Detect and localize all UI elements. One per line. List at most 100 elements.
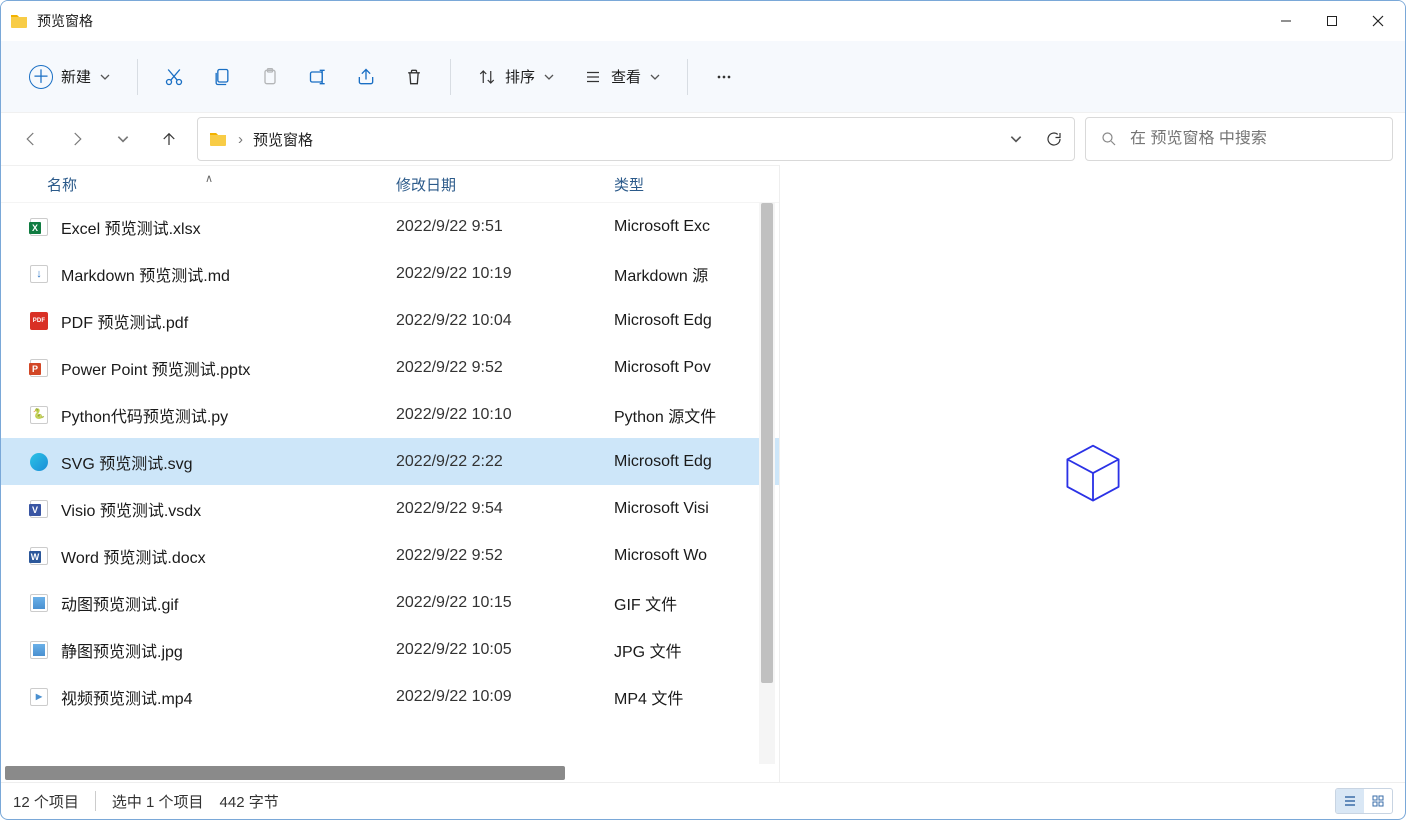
back-button[interactable]: [13, 121, 49, 157]
copy-icon: [212, 67, 232, 87]
file-name: Power Point 预览测试.pptx: [61, 356, 396, 380]
file-type: Microsoft Edg: [614, 453, 779, 471]
content-area: 名称 ∧ 修改日期 类型 Excel 预览测试.xlsx2022/9/22 9:…: [1, 165, 1405, 783]
file-row[interactable]: Power Point 预览测试.pptx2022/9/22 9:52Micro…: [1, 344, 779, 391]
column-headers: 名称 ∧ 修改日期 类型: [1, 165, 779, 203]
view-label: 查看: [611, 66, 641, 87]
file-row[interactable]: PDF 预览测试.pdf2022/9/22 10:04Microsoft Edg: [1, 297, 779, 344]
view-icon: [583, 67, 603, 87]
chevron-down-icon: [649, 71, 661, 83]
minimize-button[interactable]: [1263, 1, 1309, 41]
up-button[interactable]: [151, 121, 187, 157]
close-button[interactable]: [1355, 1, 1401, 41]
file-date: 2022/9/22 10:05: [396, 641, 614, 659]
search-box[interactable]: [1085, 117, 1393, 161]
copy-button[interactable]: [200, 55, 244, 99]
search-icon: [1100, 130, 1118, 148]
preview-pane: [780, 165, 1405, 782]
forward-button[interactable]: [59, 121, 95, 157]
file-type: Microsoft Exc: [614, 218, 779, 236]
file-icon: [29, 406, 49, 424]
file-date: 2022/9/22 9:51: [396, 218, 614, 236]
plus-icon: ＋: [29, 65, 53, 89]
status-item-count: 12 个项目: [13, 791, 79, 812]
file-row[interactable]: Visio 预览测试.vsdx2022/9/22 9:54Microsoft V…: [1, 485, 779, 532]
address-bar[interactable]: › 预览窗格: [197, 117, 1075, 161]
file-row[interactable]: Excel 预览测试.xlsx2022/9/22 9:51Microsoft E…: [1, 203, 779, 250]
file-icon: [29, 688, 49, 706]
sort-button[interactable]: 排序: [465, 55, 567, 99]
file-name: Visio 预览测试.vsdx: [61, 497, 396, 521]
rename-icon: [308, 67, 328, 87]
chevron-right-icon: ›: [238, 131, 243, 148]
status-size: 442 字节: [220, 791, 279, 812]
address-dropdown-button[interactable]: [1002, 125, 1030, 153]
status-selected: 选中 1 个项目: [112, 791, 204, 812]
file-name: 动图预览测试.gif: [61, 591, 396, 615]
details-view-button[interactable]: [1336, 789, 1364, 813]
navbar: › 预览窗格: [1, 113, 1405, 165]
file-type: Microsoft Pov: [614, 359, 779, 377]
toolbar: ＋ 新建 排序 查看: [1, 41, 1405, 113]
thumbnails-view-button[interactable]: [1364, 789, 1392, 813]
file-row[interactable]: SVG 预览测试.svg2022/9/22 2:22Microsoft Edg: [1, 438, 779, 485]
file-row[interactable]: 静图预览测试.jpg2022/9/22 10:05JPG 文件: [1, 626, 779, 673]
file-row[interactable]: Python代码预览测试.py2022/9/22 10:10Python 源文件: [1, 391, 779, 438]
column-date[interactable]: 修改日期: [396, 174, 614, 195]
file-list: Excel 预览测试.xlsx2022/9/22 9:51Microsoft E…: [1, 203, 779, 764]
file-icon: [29, 312, 49, 330]
maximize-button[interactable]: [1309, 1, 1355, 41]
file-name: 静图预览测试.jpg: [61, 638, 396, 662]
breadcrumb-item[interactable]: 预览窗格: [253, 129, 313, 150]
new-button[interactable]: ＋ 新建: [17, 55, 123, 99]
share-button[interactable]: [344, 55, 388, 99]
status-bar: 12 个项目 选中 1 个项目 442 字节: [1, 783, 1405, 819]
file-date: 2022/9/22 2:22: [396, 453, 614, 471]
delete-button[interactable]: [392, 55, 436, 99]
clipboard-icon: [260, 67, 280, 87]
file-name: PDF 预览测试.pdf: [61, 309, 396, 333]
file-type: Microsoft Visi: [614, 500, 779, 518]
window-title: 预览窗格: [37, 11, 93, 31]
file-type: Python 源文件: [614, 403, 779, 427]
trash-icon: [404, 67, 424, 87]
file-type: MP4 文件: [614, 685, 779, 709]
chevron-down-icon: [543, 71, 555, 83]
file-name: Python代码预览测试.py: [61, 403, 396, 427]
rename-button[interactable]: [296, 55, 340, 99]
file-icon: [29, 359, 49, 377]
file-name: Word 预览测试.docx: [61, 544, 396, 568]
file-date: 2022/9/22 10:19: [396, 265, 614, 283]
file-row[interactable]: 动图预览测试.gif2022/9/22 10:15GIF 文件: [1, 579, 779, 626]
sort-indicator-icon: ∧: [205, 172, 213, 185]
file-date: 2022/9/22 9:54: [396, 500, 614, 518]
file-name: Markdown 预览测试.md: [61, 262, 396, 286]
file-row[interactable]: Word 预览测试.docx2022/9/22 9:52Microsoft Wo: [1, 532, 779, 579]
file-name: Excel 预览测试.xlsx: [61, 215, 396, 239]
recent-button[interactable]: [105, 121, 141, 157]
paste-button[interactable]: [248, 55, 292, 99]
file-date: 2022/9/22 9:52: [396, 359, 614, 377]
column-name[interactable]: 名称 ∧: [1, 174, 396, 195]
vertical-scrollbar[interactable]: [759, 203, 775, 764]
explorer-window: 预览窗格 ＋ 新建 排序 查看: [0, 0, 1406, 820]
more-button[interactable]: [702, 55, 746, 99]
cut-button[interactable]: [152, 55, 196, 99]
file-icon: [29, 500, 49, 518]
file-type: Microsoft Wo: [614, 547, 779, 565]
file-type: GIF 文件: [614, 591, 779, 615]
file-date: 2022/9/22 10:09: [396, 688, 614, 706]
new-label: 新建: [61, 66, 91, 87]
file-type: Markdown 源: [614, 262, 779, 286]
file-row[interactable]: 视频预览测试.mp42022/9/22 10:09MP4 文件: [1, 673, 779, 720]
search-input[interactable]: [1130, 130, 1378, 148]
horizontal-scrollbar[interactable]: [1, 764, 779, 782]
scissors-icon: [164, 67, 184, 87]
view-button[interactable]: 查看: [571, 55, 673, 99]
file-type: JPG 文件: [614, 638, 779, 662]
column-type[interactable]: 类型: [614, 174, 763, 195]
refresh-button[interactable]: [1040, 125, 1068, 153]
file-name: SVG 预览测试.svg: [61, 450, 396, 474]
sort-icon: [477, 67, 497, 87]
file-row[interactable]: Markdown 预览测试.md2022/9/22 10:19Markdown …: [1, 250, 779, 297]
